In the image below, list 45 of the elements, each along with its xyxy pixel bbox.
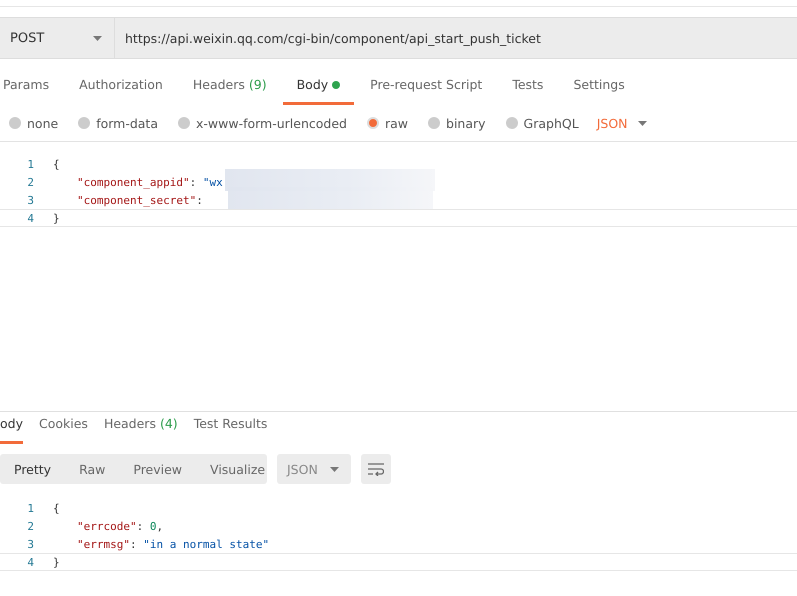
radio-option[interactable]: binary [428, 116, 486, 130]
code-line: { [52, 502, 60, 514]
view-mode-tab[interactable]: Pretty [0, 462, 66, 476]
tab[interactable]: Headers (9) [192, 77, 267, 105]
radio-option[interactable]: none [9, 116, 58, 130]
code-line: "component_appid": "wx [76, 176, 223, 188]
line-number: 3 [26, 194, 35, 206]
code-line: } [52, 556, 60, 568]
tab[interactable]: Authorization [79, 77, 163, 105]
tab[interactable]: Body [282, 77, 354, 105]
tab[interactable]: Headers (4) [104, 416, 178, 444]
tab[interactable]: Cookies [38, 416, 88, 444]
line-number: 1 [26, 502, 35, 514]
code-line: { [52, 158, 60, 170]
tab[interactable]: ody [0, 416, 23, 444]
caret-icon [638, 120, 647, 126]
format-dropdown[interactable]: JSON [277, 454, 351, 484]
line-number: 2 [26, 176, 35, 188]
tab[interactable]: Pre-request Script [370, 77, 482, 105]
wrap-lines-button[interactable] [361, 454, 391, 484]
tab[interactable]: Tests [512, 77, 544, 105]
view-mode-tab[interactable]: Preview [119, 462, 196, 476]
view-mode-tab[interactable]: Raw [65, 462, 120, 476]
url-field[interactable]: https://api.weixin.qq.com/cgi-bin/component/api_start_push_ticket [115, 18, 797, 58]
caret-icon [93, 36, 102, 40]
line-number: 1 [26, 158, 35, 170]
code-line: "errcode": 0, [76, 520, 164, 532]
caret-icon [330, 466, 339, 472]
line-number: 4 [26, 556, 35, 568]
code-line: } [52, 212, 60, 224]
code-line: "component_secret": [76, 194, 204, 206]
tab[interactable]: Params [3, 77, 50, 105]
radio-option[interactable]: form-data [78, 116, 158, 130]
view-mode-tab[interactable]: Visualize [196, 462, 280, 476]
line-number: 4 [26, 212, 35, 224]
radio-option[interactable]: raw [366, 116, 408, 130]
tab[interactable]: Settings [573, 77, 625, 105]
radio-option[interactable]: GraphQL [506, 116, 579, 130]
wrap-lines-icon [368, 462, 384, 476]
code-line: "errmsg": "in a normal state" [76, 538, 270, 550]
radio-option[interactable]: x-www-form-urlencoded [178, 116, 347, 130]
tab[interactable]: Test Results [194, 416, 268, 444]
line-number: 2 [26, 520, 35, 532]
line-number: 3 [26, 538, 35, 550]
format-dropdown[interactable]: JSON [596, 116, 647, 130]
